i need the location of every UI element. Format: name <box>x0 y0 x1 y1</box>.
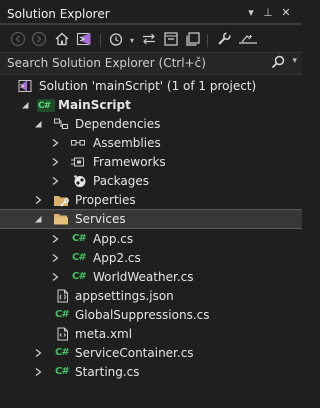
search-input[interactable]: Search Solution Explorer (Ctrl+č) <box>7 56 206 70</box>
properties-label: Properties <box>75 193 136 207</box>
collapsed-arrow-icon[interactable] <box>33 367 43 377</box>
folder-open-icon <box>54 214 68 225</box>
dependencies-label: Dependencies <box>75 117 161 131</box>
collapsed-arrow-icon[interactable] <box>50 138 60 148</box>
collapsed-arrow-icon[interactable] <box>50 272 60 282</box>
framework-icon <box>71 157 84 167</box>
home-icon[interactable] <box>54 31 70 47</box>
preview-icon[interactable] <box>238 31 258 47</box>
csharp-file-icon: C# <box>55 347 70 358</box>
title-bar: Solution Explorer ▾ ⊥ ✕ <box>0 0 302 25</box>
file-label: App.cs <box>93 232 134 246</box>
tree-row-appsettings[interactable]: appsettings.json <box>0 287 302 306</box>
toolbar-separator <box>100 34 101 47</box>
search-bar[interactable]: Search Solution Explorer (Ctrl+č) ▾ <box>0 52 302 75</box>
csharp-file-icon: C# <box>72 233 87 244</box>
panel-title: Solution Explorer <box>7 7 110 21</box>
file-label: Starting.cs <box>75 365 140 379</box>
toolbar: ▾ <box>0 27 302 53</box>
show-all-files-icon[interactable] <box>185 31 201 47</box>
collapse-all-icon[interactable] <box>163 31 179 47</box>
search-options-dropdown-icon[interactable]: ▾ <box>292 56 297 66</box>
collapsed-arrow-icon[interactable] <box>50 157 60 167</box>
collapsed-arrow-icon[interactable] <box>33 195 43 205</box>
properties-folder-icon <box>54 196 69 207</box>
search-icon[interactable] <box>271 55 285 69</box>
tree-row-packages[interactable]: Packages <box>0 172 302 191</box>
collapsed-arrow-icon[interactable] <box>50 253 60 263</box>
file-label: meta.xml <box>75 327 133 341</box>
expanded-arrow-icon[interactable] <box>33 214 43 224</box>
package-icon <box>74 175 86 187</box>
tree-row-servicecontainer[interactable]: C# ServiceContainer.cs <box>0 344 302 363</box>
file-label: GlobalSuppressions.cs <box>75 308 210 322</box>
file-label: WorldWeather.cs <box>93 270 194 284</box>
csharp-file-icon: C# <box>55 309 70 320</box>
assemblies-label: Assemblies <box>93 136 161 150</box>
csharp-project-icon: C# <box>37 99 55 112</box>
packages-label: Packages <box>93 174 149 188</box>
back-icon[interactable] <box>10 31 26 47</box>
tree-row-services[interactable]: Services <box>0 209 302 229</box>
toolbar-separator <box>207 34 208 47</box>
close-button[interactable]: ✕ <box>280 6 292 19</box>
csharp-file-icon: C# <box>55 366 70 377</box>
tree-row-properties[interactable]: Properties <box>0 191 302 210</box>
file-label: App2.cs <box>93 251 141 265</box>
tree-row-worldweather-cs[interactable]: C# WorldWeather.cs <box>0 268 302 287</box>
xml-file-icon <box>57 327 68 341</box>
csharp-file-icon: C# <box>72 271 87 282</box>
dropdown-button[interactable]: ▾ <box>245 6 257 19</box>
tree-row-solution[interactable]: Solution 'mainScript' (1 of 1 project) <box>0 77 302 96</box>
tree-row-assemblies[interactable]: Assemblies <box>0 134 302 153</box>
collapsed-arrow-icon[interactable] <box>33 348 43 358</box>
tree-row-app-cs[interactable]: C# App.cs <box>0 230 302 249</box>
expanded-arrow-icon[interactable] <box>20 100 30 110</box>
assembly-icon <box>71 140 85 146</box>
history-dropdown-icon[interactable]: ▾ <box>124 33 140 49</box>
dependencies-icon <box>54 118 68 129</box>
solution-icon <box>18 80 32 92</box>
collapsed-arrow-icon[interactable] <box>50 176 60 186</box>
json-file-icon <box>57 289 68 303</box>
sync-icon[interactable] <box>141 31 157 47</box>
tree-row-frameworks[interactable]: Frameworks <box>0 153 302 172</box>
tree-row-project[interactable]: C# MainScript <box>0 96 302 115</box>
expanded-arrow-icon[interactable] <box>33 119 43 129</box>
tree-row-dependencies[interactable]: Dependencies <box>0 115 302 134</box>
tree-row-app2-cs[interactable]: C# App2.cs <box>0 249 302 268</box>
services-label: Services <box>75 212 126 226</box>
file-label: ServiceContainer.cs <box>75 346 194 360</box>
project-label: MainScript <box>58 98 131 112</box>
tree-row-starting[interactable]: C# Starting.cs <box>0 363 302 382</box>
frameworks-label: Frameworks <box>93 155 166 169</box>
solution-label: Solution 'mainScript' (1 of 1 project) <box>39 79 257 93</box>
forward-icon[interactable] <box>31 31 47 47</box>
tree-row-globalsuppressions[interactable]: C# GlobalSuppressions.cs <box>0 306 302 325</box>
history-icon[interactable] <box>108 31 124 47</box>
tree-row-meta-xml[interactable]: meta.xml <box>0 325 302 344</box>
csharp-file-icon: C# <box>72 252 87 263</box>
file-label: appsettings.json <box>75 289 174 303</box>
collapsed-arrow-icon[interactable] <box>50 234 60 244</box>
vs-icon[interactable] <box>76 31 92 47</box>
pin-button[interactable]: ⊥ <box>262 6 274 19</box>
title-divider <box>0 23 302 25</box>
properties-wrench-icon[interactable] <box>216 31 232 47</box>
